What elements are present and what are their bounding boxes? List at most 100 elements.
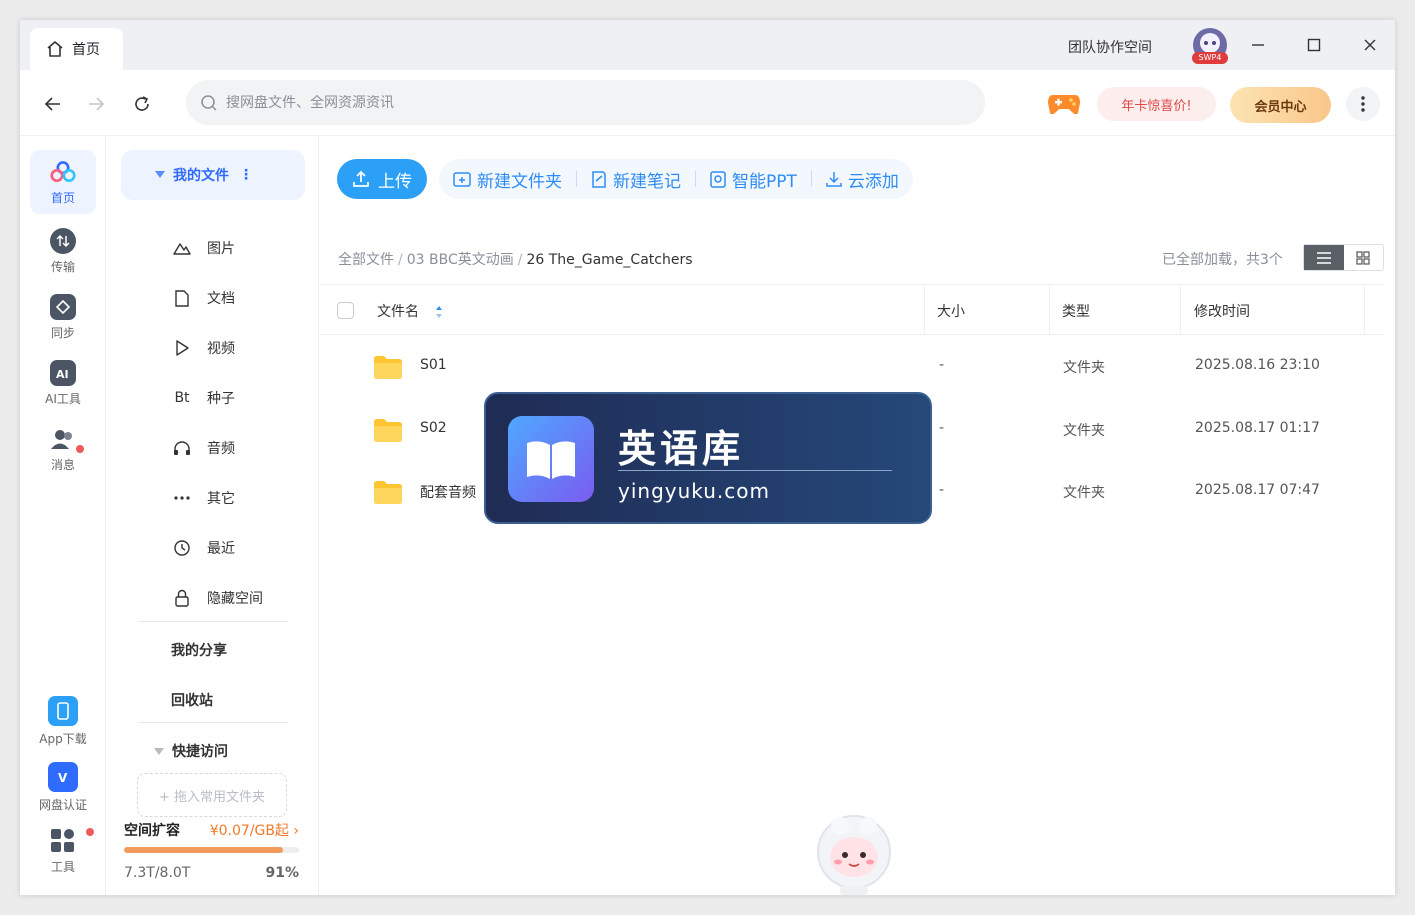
caret-down-icon [154, 747, 164, 755]
svg-text:V: V [58, 771, 68, 785]
upload-icon [353, 170, 369, 187]
smart-ppt-button[interactable]: 智能PPT [708, 167, 799, 192]
my-files-menu-icon[interactable]: ⋮ [239, 167, 253, 183]
search-bar[interactable] [186, 80, 985, 125]
vip-center-button[interactable]: 会员中心 [1230, 87, 1331, 123]
file-type: 文件夹 [1063, 360, 1105, 376]
rail-tools[interactable]: 工具 [30, 828, 96, 875]
mascot-icon [817, 815, 891, 895]
search-icon [201, 94, 217, 111]
rail-sync-label: 同步 [50, 326, 75, 340]
sidebar-item-other[interactable]: 其它 [171, 488, 235, 508]
rail-verification-label: 网盘认证 [38, 798, 87, 812]
rail-ai-tools[interactable]: AI AI工具 [30, 360, 96, 407]
toolbar-separator [576, 171, 577, 187]
file-name[interactable]: S02 [420, 420, 447, 436]
team-space-link[interactable]: 团队协作空间 [1068, 37, 1152, 57]
sidebar-item-my-share[interactable]: 我的分享 [171, 640, 227, 660]
new-folder-button[interactable]: 新建文件夹 [451, 167, 564, 192]
search-input[interactable] [226, 94, 926, 111]
book-logo-icon [508, 416, 594, 502]
rail-transfer[interactable]: 传输 [30, 228, 96, 275]
more-menu-button[interactable] [1346, 87, 1380, 121]
column-divider [1180, 285, 1181, 335]
file-name[interactable]: 配套音频 [420, 482, 476, 502]
upload-button[interactable]: 上传 [337, 159, 427, 199]
watermark-banner: 英语库 yingyuku.com [484, 392, 932, 524]
rail-verification[interactable]: V 网盘认证 [30, 762, 96, 813]
grid-view-icon [1356, 250, 1370, 265]
file-modified: 2025.08.17 01:17 [1195, 420, 1320, 436]
rail-tools-label: 工具 [50, 860, 75, 874]
column-header-modified[interactable]: 修改时间 [1194, 301, 1250, 321]
files-sidebar: 我的文件 ⋮ 图片 文档 视频 Bt 种子 音频 其它 最近 隐藏空间 我的分享… [106, 136, 319, 895]
column-header-type[interactable]: 类型 [1062, 301, 1090, 321]
storage-progress-bar [124, 847, 299, 853]
nav-bar: 年卡惊喜价! 会员中心 [20, 70, 1395, 136]
sidebar-item-recent[interactable]: 最近 [171, 538, 235, 558]
breadcrumb: 全部文件/03 BBC英文动画/26 The_Game_Catchers [338, 249, 693, 269]
rail-app-download-label: App下载 [39, 732, 87, 746]
sidebar-item-images[interactable]: 图片 [171, 238, 235, 258]
rail-messages[interactable]: 消息 [30, 426, 96, 473]
rail-app-download[interactable]: App下载 [30, 696, 96, 747]
watermark-domain: yingyuku.com [618, 479, 770, 503]
column-divider [1364, 285, 1365, 335]
space-upgrade-row[interactable]: 空间扩容 ¥0.07/GB起 › [124, 820, 299, 840]
space-upgrade-title: 空间扩容 [124, 823, 180, 839]
sidebar-item-audio[interactable]: 音频 [171, 438, 235, 458]
list-view-button[interactable] [1304, 245, 1344, 270]
column-header-size[interactable]: 大小 [937, 301, 965, 321]
my-files-section[interactable]: 我的文件 ⋮ [121, 150, 305, 200]
rail-sync[interactable]: 同步 [30, 294, 96, 341]
view-toggle [1303, 244, 1384, 271]
column-header-name[interactable]: 文件名 [377, 301, 443, 321]
grid-view-button[interactable] [1344, 245, 1384, 270]
cloud-add-label: 云添加 [847, 171, 899, 192]
rail-transfer-label: 传输 [50, 260, 75, 274]
space-upgrade-price: ¥0.07/GB起 › [209, 823, 299, 839]
file-size: - [939, 420, 945, 436]
annual-promo-button[interactable]: 年卡惊喜价! [1097, 87, 1216, 121]
back-button[interactable] [40, 91, 66, 117]
file-type: 文件夹 [1063, 423, 1105, 439]
sync-icon [50, 294, 76, 320]
sort-icon [436, 306, 443, 318]
breadcrumb-parent[interactable]: 03 BBC英文动画 [407, 252, 514, 268]
quick-access-drop-zone[interactable]: + 拖入常用文件夹 [137, 773, 287, 817]
sidebar-item-documents[interactable]: 文档 [171, 288, 235, 308]
new-note-button[interactable]: 新建笔记 [589, 167, 683, 192]
new-folder-label: 新建文件夹 [477, 171, 562, 192]
rail-home[interactable]: 首页 [30, 150, 96, 214]
sidebar-item-videos[interactable]: 视频 [171, 338, 235, 358]
quick-access-toggle[interactable]: 快捷访问 [154, 741, 228, 761]
table-row[interactable]: S01 - 文件夹 2025.08.16 23:10 [319, 335, 1385, 397]
messages-unread-dot [76, 445, 84, 453]
select-all-checkbox[interactable] [337, 302, 354, 319]
sidebar-item-hidden-space[interactable]: 隐藏空间 [171, 588, 263, 608]
sidebar-item-label: 图片 [207, 241, 235, 257]
cloud-add-button[interactable]: 云添加 [824, 167, 901, 192]
toolbar-actions: 新建文件夹 新建笔记 智能PPT 云添加 [439, 159, 913, 199]
arrow-right-icon [89, 97, 105, 111]
game-button[interactable] [1047, 91, 1081, 121]
loaded-count: 已全部加载，共3个 [1162, 252, 1283, 268]
tab-home[interactable]: 首页 [30, 28, 123, 70]
column-divider [924, 285, 925, 335]
maximize-button[interactable] [1301, 32, 1327, 58]
close-button[interactable] [1357, 32, 1383, 58]
breadcrumb-root[interactable]: 全部文件 [338, 252, 394, 268]
sidebar-item-torrents[interactable]: Bt 种子 [171, 388, 235, 408]
torrent-icon: Bt [174, 390, 190, 406]
mascot-assistant[interactable] [814, 812, 894, 895]
sidebar-item-recycle-bin[interactable]: 回收站 [171, 690, 213, 710]
folder-icon [374, 356, 402, 379]
sidebar-item-label: 音频 [207, 441, 235, 457]
arrow-left-icon [44, 97, 60, 111]
file-name[interactable]: S01 [420, 357, 447, 373]
refresh-button[interactable] [129, 91, 155, 117]
user-avatar[interactable]: SWP4 [1192, 28, 1228, 64]
forward-button[interactable] [83, 91, 109, 117]
title-bar: 首页 团队协作空间 SWP4 [20, 20, 1395, 70]
minimize-button[interactable] [1245, 32, 1271, 58]
